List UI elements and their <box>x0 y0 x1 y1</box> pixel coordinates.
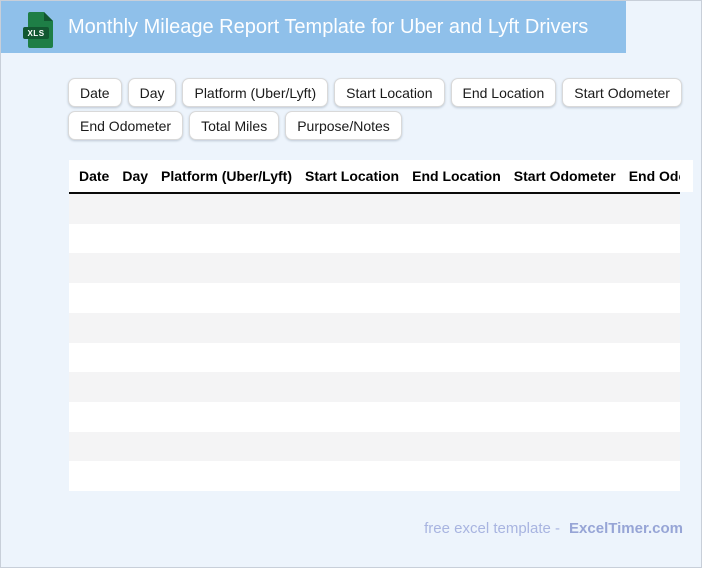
column-tag-chip[interactable]: End Location <box>450 78 557 107</box>
column-tag-chip[interactable]: Platform (Uber/Lyft) <box>182 78 329 107</box>
column-tag-chip[interactable]: Day <box>127 78 177 107</box>
table-row <box>69 431 680 462</box>
table-row <box>69 312 680 343</box>
footer-text: free excel template - <box>424 520 561 537</box>
table-row <box>69 342 680 373</box>
table-row <box>69 461 680 492</box>
table-row <box>69 223 680 254</box>
column-tag-row: Date Day Platform (Uber/Lyft) Start Locatio… <box>68 78 682 107</box>
column-tag-chip[interactable]: Start Odometer <box>562 78 682 107</box>
column-header: Date <box>79 168 110 184</box>
column-header: Platform (Uber/Lyft) <box>161 168 292 184</box>
column-header: Day <box>122 168 149 184</box>
xls-file-fold-corner-icon <box>44 12 53 21</box>
xls-file-icon: XLS <box>23 10 55 50</box>
column-header: End Location <box>412 168 501 184</box>
page-title: Monthly Mileage Report Template for Uber… <box>68 16 589 38</box>
column-tags: Date Day Platform (Uber/Lyft) Start Locatio… <box>68 78 682 140</box>
column-tag-chip[interactable]: Total Miles <box>189 111 280 140</box>
header-bar: XLS Monthly Mileage Report Template for … <box>1 1 626 53</box>
table-row <box>69 253 680 284</box>
column-tag-chip[interactable]: Purpose/Notes <box>285 111 402 140</box>
table-header-row: Date Day Platform (Uber/Lyft) Start Locatio… <box>69 160 693 192</box>
table-row <box>69 401 680 432</box>
table-body <box>69 194 680 492</box>
table-row <box>69 283 680 313</box>
table-row <box>69 372 680 402</box>
table-header-cells: Date Day Platform (Uber/Lyft) Start Locatio… <box>69 160 680 192</box>
footer: free excel template - ExcelTimer.com <box>424 520 683 537</box>
column-header: End Odometer <box>628 168 680 184</box>
xls-label: XLS <box>23 27 49 39</box>
column-header: Start Odometer <box>513 168 616 184</box>
page: XLS Monthly Mileage Report Template for … <box>0 0 702 568</box>
column-header: Start Location <box>304 168 400 184</box>
table-row <box>69 194 680 224</box>
column-tag-row: End Odometer Total Miles Purpose/Notes <box>68 111 682 140</box>
mileage-table: Date Day Platform (Uber/Lyft) Start Locatio… <box>69 160 693 492</box>
column-tag-chip[interactable]: End Odometer <box>68 111 184 140</box>
column-tag-chip[interactable]: Start Location <box>334 78 445 107</box>
column-tag-chip[interactable]: Date <box>68 78 122 107</box>
footer-brand-link[interactable]: ExcelTimer.com <box>569 520 683 537</box>
